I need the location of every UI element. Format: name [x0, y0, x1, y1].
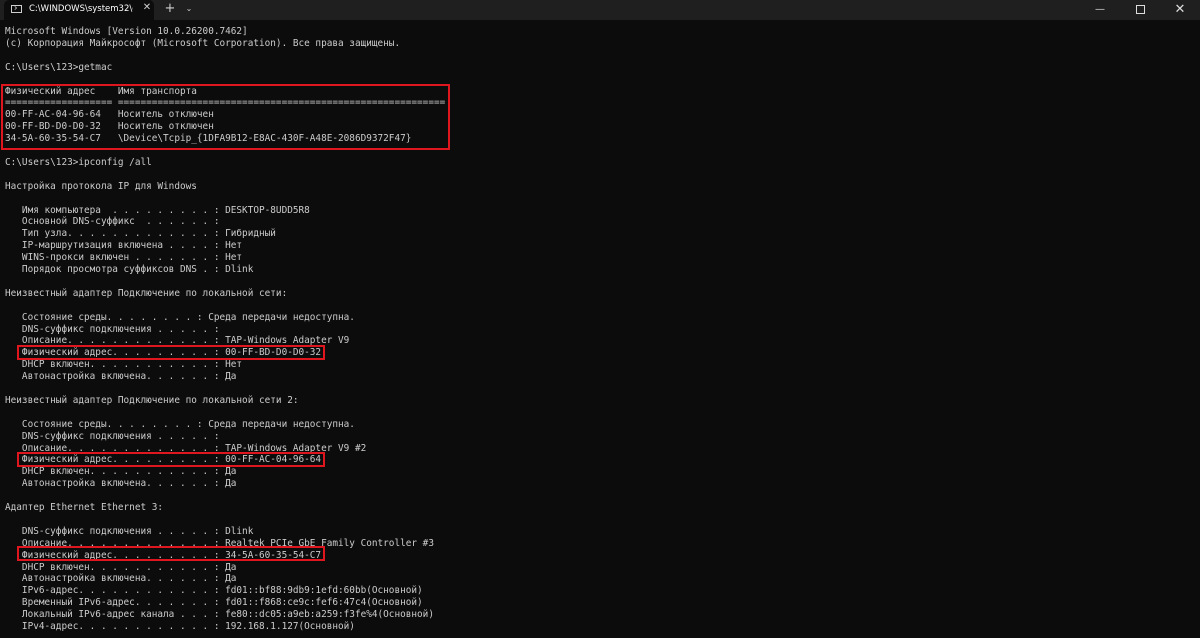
terminal-icon	[11, 5, 22, 13]
console-line: Локальный IPv6-адрес канала . . . : fe80…	[5, 609, 434, 621]
console-line: Неизвестный адаптер Подключение по локал…	[5, 394, 299, 406]
console-line: C:\Users\123>getmac	[5, 61, 113, 73]
console-line: DNS-суффикс подключения . . . . . :	[5, 430, 220, 442]
console-line: Основной DNS-суффикс . . . . . . :	[5, 216, 220, 228]
console-line: Имя компьютера . . . . . . . . . : DESKT…	[5, 204, 310, 216]
console-line: Автонастройка включена. . . . . . : Да	[5, 371, 237, 383]
console-line: Временный IPv6-адрес. . . . . . . : fd01…	[5, 597, 423, 609]
console-line: Тип узла. . . . . . . . . . . . . : Гибр…	[5, 228, 276, 240]
console-line: (c) Корпорация Майкрософт (Microsoft Cor…	[5, 37, 401, 49]
console-line: Состояние среды. . . . . . . . : Среда п…	[5, 418, 355, 430]
console-output[interactable]: IPv4-адрес. . . . . . . . . . . . : 192.…	[0, 20, 1200, 638]
chevron-down-icon[interactable]: ⌄	[181, 1, 197, 17]
console-line: Адаптер Ethernet Ethernet 3:	[5, 502, 164, 513]
console-line: DHCP включен. . . . . . . . . . . : Да	[5, 561, 237, 573]
mac-highlight-adapter-2	[17, 452, 325, 467]
console-line: Неизвестный адаптер Подключение по локал…	[5, 287, 288, 299]
console-line: WINS-прокси включен . . . . . . . : Нет	[5, 252, 243, 264]
console-line: C:\Users\123>ipconfig /all	[5, 156, 152, 168]
close-button[interactable]: ✕	[1160, 0, 1200, 20]
scrollbar[interactable]	[1188, 20, 1200, 638]
console-line: DNS-суффикс подключения . . . . . :	[5, 323, 220, 335]
tab-title: C:\WINDOWS\system32\cmd.	[29, 4, 133, 14]
maximize-button[interactable]	[1120, 0, 1160, 20]
tab-cmd[interactable]: C:\WINDOWS\system32\cmd. ✕	[4, 0, 154, 20]
console-line: Автонастройка включена. . . . . . : Да	[5, 573, 237, 585]
console-line: Автонастройка включена. . . . . . : Да	[5, 478, 237, 490]
console-line: IPv4-адрес. . . . . . . . . . . . : 192.…	[5, 621, 355, 632]
console-line: Порядок просмотра суффиксов DNS . : Dlin…	[5, 264, 254, 275]
console-line: IPv6-адрес. . . . . . . . . . . . : fd01…	[5, 585, 423, 597]
minimize-button[interactable]: —	[1080, 0, 1120, 20]
tab-close-icon[interactable]: ✕	[141, 2, 153, 16]
console-line: Настройка протокола IP для Windows	[5, 180, 197, 192]
maximize-icon	[1135, 4, 1145, 14]
console-line: DHCP включен. . . . . . . . . . . : Нет	[5, 359, 243, 371]
mac-highlight-ethernet-3	[17, 546, 325, 561]
console-line: Microsoft Windows [Version 10.0.26200.74…	[5, 26, 248, 37]
getmac-output-highlight	[1, 84, 450, 150]
new-tab-button[interactable]: +	[162, 1, 178, 17]
console-line: DNS-суффикс подключения . . . . . : Dlin…	[5, 525, 254, 537]
console-line: IP-маршрутизация включена . . . . : Нет	[5, 240, 243, 252]
title-bar: C:\WINDOWS\system32\cmd. ✕ + ⌄ — ✕	[0, 0, 1200, 20]
mac-highlight-adapter-1	[17, 345, 325, 360]
console-line: DHCP включен. . . . . . . . . . . : Да	[5, 466, 237, 478]
console-line: Состояние среды. . . . . . . . : Среда п…	[5, 311, 355, 323]
